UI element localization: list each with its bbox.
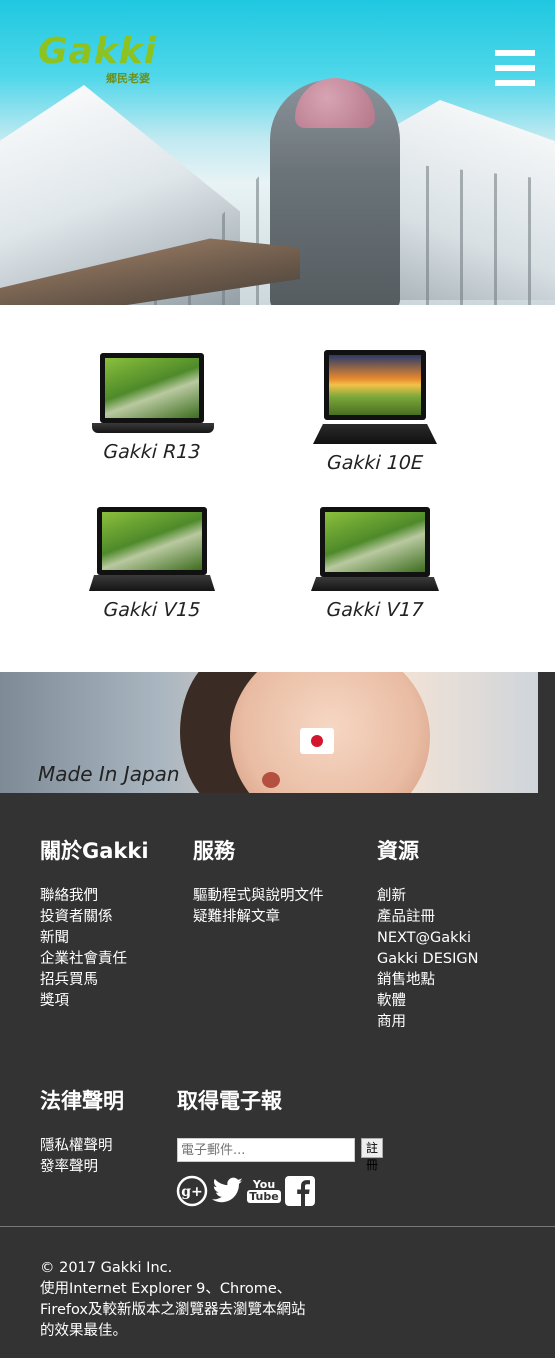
footer-divider (0, 1226, 555, 1227)
footer-col-newsletter: 取得電子報 (177, 1088, 282, 1114)
social-links: g+ You Tube (176, 1175, 316, 1207)
browser-note-line: 的效果最佳。 (40, 1323, 127, 1339)
hero-banner: Gakki 郷民老婆 (0, 0, 555, 305)
laptop-image (311, 507, 439, 591)
laptop-image (313, 350, 437, 444)
footer-link[interactable]: 發率聲明 (40, 1157, 124, 1178)
twitter-icon[interactable] (212, 1175, 244, 1207)
laptop-image (92, 353, 214, 433)
subscribe-button[interactable]: 註冊 (361, 1138, 384, 1172)
product-name: Gakki R13 (102, 441, 202, 463)
footer-heading-services: 服務 (193, 839, 235, 863)
facebook-icon[interactable] (284, 1175, 316, 1207)
japan-flag-icon (300, 728, 334, 754)
logo-wordmark: Gakki (38, 31, 158, 72)
footer-link[interactable]: 軟體 (377, 991, 478, 1012)
product-card-v17[interactable]: Gakki V17 (275, 507, 475, 621)
footer-heading-newsletter: 取得電子報 (177, 1089, 282, 1113)
footer-heading-legal: 法律聲明 (40, 1089, 124, 1113)
footer-link[interactable]: 銷售地點 (377, 970, 478, 991)
footer-link[interactable]: 產品註冊 (377, 907, 478, 928)
footer-col-resources: 資源 創新 產品註冊 NEXT@Gakki Gakki DESIGN 銷售地點 … (377, 838, 478, 1033)
footer-heading-about: 關於Gakki (40, 839, 149, 863)
footer-link[interactable]: 商用 (377, 1012, 478, 1033)
logo-subtitle: 郷民老婆 (106, 72, 150, 85)
newsletter-form: 註冊 (177, 1138, 384, 1172)
product-grid: Gakki R13 Gakki 10E Gakki V15 Gakki V17 (0, 305, 555, 672)
footer-link[interactable]: 隱私權聲明 (40, 1136, 124, 1157)
footer-link[interactable]: 招兵買馬 (40, 970, 149, 991)
browser-note-line: 使用Internet Explorer 9、Chrome、 (40, 1281, 292, 1297)
footer-link[interactable]: 驅動程式與說明文件 (193, 886, 324, 907)
copyright-text: © 2017 Gakki Inc. (40, 1260, 173, 1276)
product-card-v15[interactable]: Gakki V15 (52, 507, 252, 621)
footer-link[interactable]: 新聞 (40, 928, 149, 949)
made-in-japan-banner[interactable]: Made In Japan (0, 672, 538, 793)
footer-link[interactable]: 創新 (377, 886, 478, 907)
youtube-top: You (252, 1178, 276, 1191)
google-plus-icon[interactable]: g+ (176, 1175, 208, 1207)
browser-note-line: Firefox及較新版本之瀏覽器去瀏覽本網站 (40, 1302, 306, 1318)
footer-link[interactable]: 投資者關係 (40, 907, 149, 928)
product-card-r13[interactable]: Gakki R13 (52, 353, 252, 463)
footer-heading-resources: 資源 (377, 839, 419, 863)
laptop-image (89, 507, 215, 591)
footer-link[interactable]: 聯絡我們 (40, 886, 149, 907)
brand-logo[interactable]: Gakki 郷民老婆 (38, 31, 158, 86)
youtube-bottom: Tube (247, 1190, 281, 1203)
footer-link[interactable]: 疑難排解文章 (193, 907, 324, 928)
footer-col-services: 服務 驅動程式與說明文件 疑難排解文章 (193, 838, 324, 928)
copyright-block: © 2017 Gakki Inc. 使用Internet Explorer 9、… (40, 1258, 306, 1342)
footer-col-legal: 法律聲明 隱私權聲明 發率聲明 (40, 1088, 124, 1178)
product-card-10e[interactable]: Gakki 10E (275, 350, 475, 474)
site-footer: 關於Gakki 聯絡我們 投資者關係 新聞 企業社會責任 招兵買馬 獎項 服務 … (0, 793, 555, 1358)
banner-caption: Made In Japan (38, 762, 180, 786)
mouth (262, 772, 280, 788)
footer-link[interactable]: Gakki DESIGN (377, 949, 478, 970)
product-name: Gakki V17 (325, 599, 425, 621)
footer-col-about: 關於Gakki 聯絡我們 投資者關係 新聞 企業社會責任 招兵買馬 獎項 (40, 838, 149, 1012)
product-name: Gakki 10E (326, 452, 424, 474)
hamburger-menu-icon[interactable] (495, 50, 535, 88)
footer-link[interactable]: 企業社會責任 (40, 949, 149, 970)
email-input[interactable] (177, 1138, 355, 1162)
product-name: Gakki V15 (102, 599, 202, 621)
svg-text:g+: g+ (181, 1184, 203, 1200)
youtube-icon[interactable]: You Tube (247, 1175, 281, 1207)
footer-link[interactable]: 獎項 (40, 991, 149, 1012)
footer-link[interactable]: NEXT@Gakki (377, 928, 478, 949)
